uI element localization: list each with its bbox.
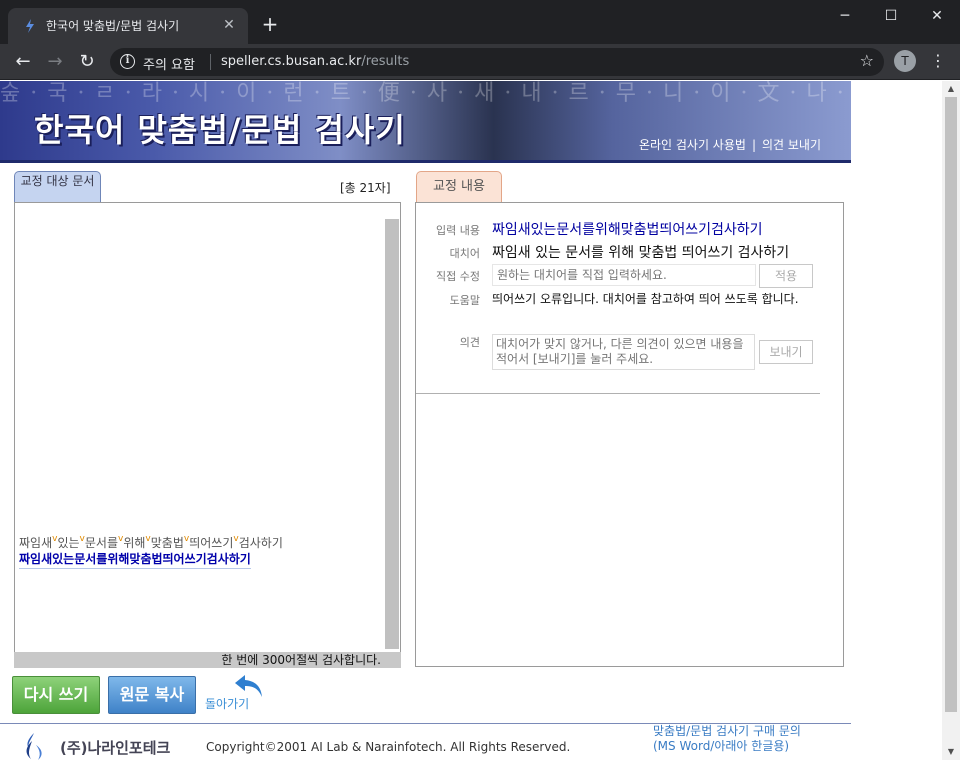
document-scrollbar[interactable] [385, 219, 399, 649]
banner-links: 온라인 검사기 사용법 | 의견 보내기 [639, 136, 821, 153]
rewrite-button[interactable]: 다시 쓰기 [12, 676, 100, 714]
scroll-down-icon[interactable]: ▼ [942, 744, 960, 760]
tab-close-icon[interactable]: ✕ [220, 16, 238, 34]
page-title: 한국어 맞춤법/문법 검사기 [34, 111, 406, 149]
error-highlight[interactable]: 짜임새있는문서를위해맞춤법띄어쓰기검사하기 [19, 550, 251, 569]
tab-target-document[interactable]: 교정 대상 문서 [14, 171, 101, 203]
feedback-link[interactable]: 의견 보내기 [762, 138, 821, 152]
page-scrollbar[interactable]: ▲ ▼ [942, 81, 960, 760]
direct-edit-label: 직접 수정 [436, 270, 480, 283]
copy-original-button[interactable]: 원문 복사 [108, 676, 196, 714]
purchase-inquiry-link[interactable]: 맞춤법/문법 검사기 구매 문의 (MS Word/아래아 한글용) [653, 724, 801, 754]
back-link[interactable]: 돌아가기 [205, 673, 265, 713]
minimize-button[interactable]: ─ [822, 2, 868, 30]
scrollbar-thumb[interactable] [945, 97, 957, 712]
url-path: /results [361, 54, 410, 69]
word-segment[interactable]: 위해 [123, 536, 145, 550]
speller-page: 숲·국·ㄹ·라·시·이·런·트·便·사·새·내·르·무·니·이·文·나·어·하·… [0, 81, 851, 760]
banner-divider [0, 160, 851, 163]
suggestion-value[interactable]: 짜임새 있는 문서를 위해 맞춤법 띄어쓰기 검사하기 [492, 242, 789, 262]
link-separator: | [751, 138, 756, 152]
suggestion-label: 대치어 [449, 247, 480, 260]
info-icon[interactable]: i [120, 54, 135, 69]
direct-edit-input[interactable] [492, 264, 756, 286]
site-favicon-icon [26, 19, 34, 33]
word-segment[interactable]: 있는 [57, 536, 79, 550]
url-text[interactable]: speller.cs.busan.ac.kr/results [221, 54, 409, 69]
company-name: (주)나라인포테크 [60, 739, 171, 757]
tab-title: 한국어 맞춤법/문법 검사기 [46, 19, 180, 33]
back-arrow-icon[interactable]: ← [10, 49, 36, 75]
document-panel: ▼ 짜임새v있는v문서를v위해v맞춤법v띄어쓰기v검사하기 짜임새있는문서를위해… [14, 202, 401, 668]
security-warning[interactable]: 주의 요함 [143, 54, 195, 73]
forward-arrow-icon[interactable]: → [42, 49, 68, 75]
word-segment[interactable]: 짜임새 [19, 536, 52, 550]
purchase-line-1: 맞춤법/문법 검사기 구매 문의 [653, 724, 801, 738]
word-limit-status: 한 번에 300어절씩 검사합니다. [14, 652, 401, 668]
opinion-textarea[interactable] [492, 334, 755, 370]
back-label: 돌아가기 [205, 697, 250, 711]
url-host: speller.cs.busan.ac.kr [221, 54, 362, 69]
input-label: 입력 내용 [436, 224, 480, 237]
new-tab-button[interactable]: + [258, 12, 282, 36]
input-text-value: 짜임새있는문서를위해맞춤법띄어쓰기검사하기 [492, 222, 763, 238]
browser-menu-icon[interactable]: ⋮ [928, 49, 948, 73]
word-segment[interactable]: 띄어쓰기 [189, 536, 233, 550]
word-segment[interactable]: 검사하기 [239, 536, 283, 550]
usage-guide-link[interactable]: 온라인 검사기 사용법 [639, 138, 746, 152]
browser-titlebar: 한국어 맞춤법/문법 검사기 ✕ + ─ ☐ ✕ [0, 0, 960, 44]
scroll-up-icon[interactable]: ▲ [942, 81, 960, 97]
send-button[interactable]: 보내기 [759, 340, 813, 364]
char-count: [총 21자] [340, 181, 391, 195]
opinion-label: 의견 [459, 336, 480, 349]
correction-panel: 입력 내용 짜임새있는문서를위해맞춤법띄어쓰기검사하기 대치어 짜임새 있는 문… [415, 202, 844, 667]
original-text: 짜임새v있는v문서를v위해v맞춤법v띄어쓰기v검사하기 [19, 534, 283, 551]
help-text: 띄어쓰기 오류입니다. 대치어를 참고하여 띄어 쓰도록 합니다. [492, 292, 799, 306]
browser-toolbar: ← → ↻ i 주의 요함 speller.cs.busan.ac.kr/res… [0, 44, 960, 80]
purchase-line-2: (MS Word/아래아 한글용) [653, 739, 790, 753]
bookmark-star-icon[interactable]: ☆ [860, 51, 874, 70]
reload-icon[interactable]: ↻ [74, 49, 100, 75]
browser-tab[interactable]: 한국어 맞춤법/문법 검사기 ✕ [8, 8, 248, 44]
company-logo: (주)나라인포테크 [22, 731, 182, 760]
address-bar[interactable]: i 주의 요함 speller.cs.busan.ac.kr/results ☆ [110, 48, 884, 76]
word-segment[interactable]: 문서를 [85, 536, 118, 550]
maximize-button[interactable]: ☐ [868, 2, 914, 30]
apply-button[interactable]: 적용 [759, 264, 813, 288]
close-window-button[interactable]: ✕ [914, 2, 960, 30]
address-separator [210, 54, 211, 70]
company-logo-icon [26, 733, 42, 760]
help-label: 도움말 [449, 294, 480, 307]
tab-correction-content[interactable]: 교정 내용 [416, 171, 502, 203]
page-banner: 숲·국·ㄹ·라·시·이·런·트·便·사·새·내·르·무·니·이·文·나·어·하·… [0, 81, 851, 161]
profile-avatar[interactable]: T [894, 50, 916, 72]
page-viewport: 숲·국·ㄹ·라·시·이·런·트·便·사·새·내·르·무·니·이·文·나·어·하·… [0, 81, 960, 760]
copyright-text: Copyright©2001 AI Lab & Narainfotech. Al… [206, 740, 571, 754]
correction-divider [416, 393, 820, 394]
word-segment[interactable]: 맞춤법 [151, 536, 184, 550]
